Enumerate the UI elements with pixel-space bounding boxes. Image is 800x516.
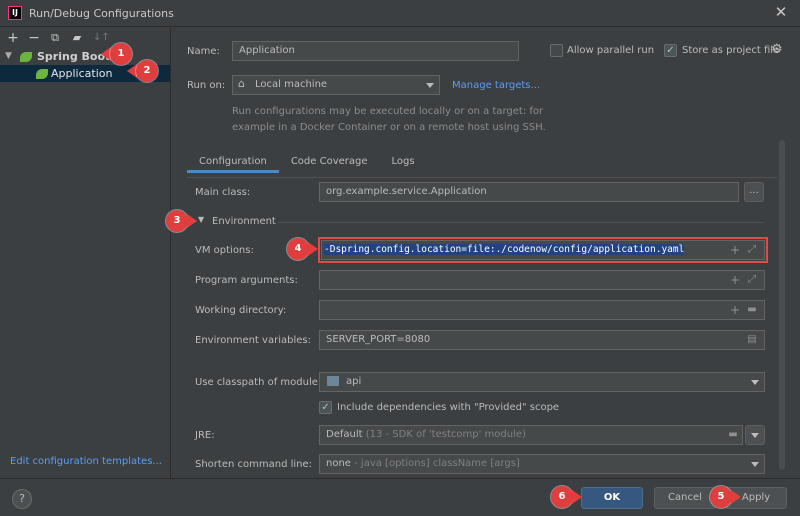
callout-badge-6: 6 [551,486,573,508]
add-configuration-icon[interactable]: + [6,31,20,45]
shorten-command-line-hint: - java [options] className [args] [354,458,520,469]
vm-options-label: VM options: [195,245,254,256]
folder-icon[interactable]: ▬ [745,303,759,317]
callout-arrow [187,214,197,228]
expand-icon[interactable]: ⤢ [745,273,759,287]
remove-configuration-icon[interactable]: − [27,31,41,45]
working-directory-label: Working directory: [195,305,287,316]
callout-badge-1: 1 [110,43,132,65]
main-class-field[interactable]: org.example.service.Application [319,182,739,202]
dialog-button-bar: ? OK Cancel Apply [0,478,800,516]
store-as-project-file-label: Store as project file [682,45,780,56]
jre-label: JRE: [195,430,215,441]
allow-parallel-run-label: Allow parallel run [567,45,655,56]
name-field[interactable]: Application [232,41,519,61]
gear-icon[interactable]: ⚙ [771,42,783,57]
tree-item-label: Spring Boot [37,50,111,63]
shorten-command-line-label: Shorten command line: [195,459,313,470]
cancel-button[interactable]: Cancel [654,487,716,509]
chevron-down-icon[interactable] [751,380,759,385]
classpath-module-label: Use classpath of module: [195,377,322,388]
callout-badge-5: 5 [710,486,732,508]
add-icon[interactable]: + [728,303,742,317]
working-directory-field[interactable] [319,300,765,320]
run-on-label: Run on: [187,80,226,91]
title-bar: IJ Run/Debug Configurations ✕ [0,0,800,27]
environment-variables-label: Environment variables: [195,335,311,346]
configurations-tree-pane: + − ⧉ ▰ ↓↑ ▼ Spring Boot Application Edi… [0,28,171,478]
vm-options-value: -Dspring.config.location=file:./codenow/… [324,244,685,255]
intellij-app-icon: IJ [8,6,22,20]
add-icon[interactable]: + [728,243,742,257]
edit-configuration-templates-link[interactable]: Edit configuration templates... [10,456,162,467]
shorten-command-line-dropdown[interactable]: none - java [options] className [args] [319,454,765,474]
help-button[interactable]: ? [12,489,32,509]
run-on-value: Local machine [255,79,328,90]
section-divider [278,222,764,223]
expand-icon[interactable]: ⤢ [745,243,759,257]
vertical-scrollbar[interactable] [779,140,785,470]
chevron-down-icon[interactable]: ▼ [5,48,12,65]
tab-configuration[interactable]: Configuration [187,151,279,173]
add-icon[interactable]: + [728,273,742,287]
new-folder-icon[interactable]: ▰ [70,31,84,45]
manage-targets-link[interactable]: Manage targets... [452,80,540,91]
close-icon[interactable]: ✕ [772,3,790,21]
vm-options-field[interactable]: -Dspring.config.location=file:./codenow/… [321,240,765,260]
callout-badge-4: 4 [287,238,309,260]
run-on-hint-line-2: example in a Docker Container or on a re… [232,122,546,133]
spring-boot-icon [20,52,32,62]
copy-configuration-icon[interactable]: ⧉ [48,31,62,45]
callout-badge-2: 2 [136,60,158,82]
callout-badge-3: 3 [166,210,188,232]
include-provided-dependencies-label: Include dependencies with "Provided" sco… [337,402,560,413]
allow-parallel-run-checkbox[interactable] [550,44,563,57]
chevron-down-icon[interactable] [751,433,759,438]
edit-list-icon[interactable]: ▤ [745,333,759,347]
store-as-project-file-checkbox[interactable]: ✓ [664,44,677,57]
callout-arrow [731,490,741,504]
jre-value: Default [326,429,363,440]
name-label: Name: [187,46,220,57]
tab-code-coverage[interactable]: Code Coverage [279,151,380,173]
callout-arrow [572,490,582,504]
jre-hint: (13 - SDK of 'testcomp' module) [365,429,526,440]
include-provided-dependencies-checkbox[interactable]: ✓ [319,401,332,414]
ok-button[interactable]: OK [581,487,643,509]
environment-variables-field[interactable]: SERVER_PORT=8080 [319,330,765,350]
classpath-module-dropdown[interactable]: api [319,372,765,392]
folder-icon[interactable]: ▬ [726,428,740,442]
chevron-down-icon[interactable] [751,462,759,467]
module-folder-icon [327,376,339,386]
run-on-hint-line-1: Run configurations may be executed local… [232,106,544,117]
classpath-module-value: api [346,376,362,387]
run-on-dropdown[interactable]: Local machine [232,75,440,95]
callout-arrow [308,242,318,256]
shorten-command-line-value: none [326,458,351,469]
tab-logs[interactable]: Logs [380,151,427,173]
spring-boot-app-icon [36,69,48,79]
main-class-label: Main class: [195,187,251,198]
window-title: Run/Debug Configurations [29,7,174,20]
browse-main-class-button[interactable]: ... [744,182,764,202]
chevron-down-icon[interactable]: ▼ [198,215,204,224]
jre-combobox[interactable]: Default (13 - SDK of 'testcomp' module) [319,425,743,445]
environment-section-label[interactable]: Environment [212,216,276,227]
chevron-down-icon[interactable] [426,83,434,88]
tab-strip: Configuration Code Coverage Logs [187,151,427,176]
tree-item-label: Application [51,67,113,80]
program-arguments-label: Program arguments: [195,275,298,286]
program-arguments-field[interactable] [319,270,765,290]
home-icon: ⌂ [238,77,245,90]
sort-icon[interactable]: ↓↑ [93,31,110,45]
